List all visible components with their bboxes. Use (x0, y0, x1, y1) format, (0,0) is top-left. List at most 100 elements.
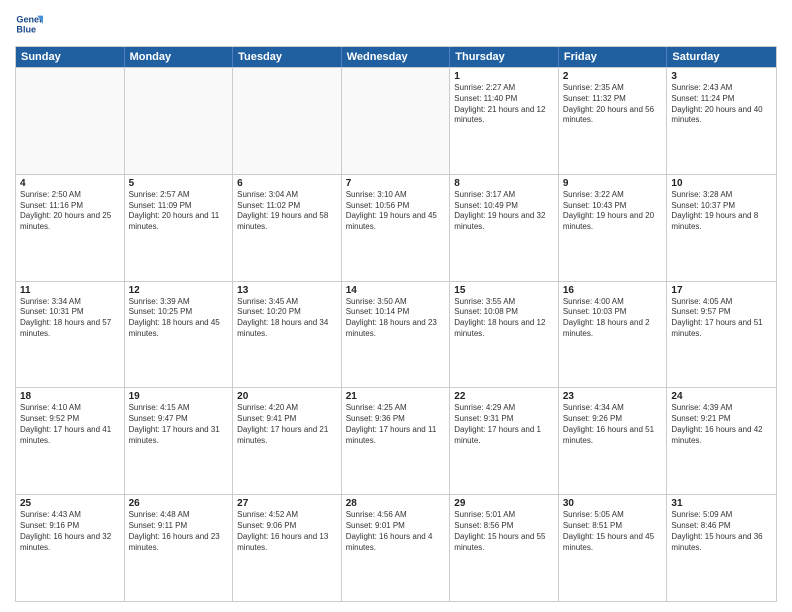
day-number: 15 (454, 285, 554, 296)
day-number: 11 (20, 285, 120, 296)
cell-info: Sunrise: 3:39 AMSunset: 10:25 PMDaylight… (129, 297, 229, 340)
day-number: 16 (563, 285, 663, 296)
calendar: SundayMondayTuesdayWednesdayThursdayFrid… (15, 46, 777, 602)
cell-info: Sunrise: 5:09 AMSunset: 8:46 PMDaylight:… (671, 510, 772, 553)
calendar-cell: 6Sunrise: 3:04 AMSunset: 11:02 PMDayligh… (233, 175, 342, 281)
calendar-cell: 29Sunrise: 5:01 AMSunset: 8:56 PMDayligh… (450, 495, 559, 601)
cell-info: Sunrise: 4:15 AMSunset: 9:47 PMDaylight:… (129, 403, 229, 446)
day-number: 25 (20, 498, 120, 509)
weekday-header: Saturday (667, 47, 776, 67)
cell-info: Sunrise: 3:50 AMSunset: 10:14 PMDaylight… (346, 297, 446, 340)
day-number: 4 (20, 178, 120, 189)
cell-info: Sunrise: 5:01 AMSunset: 8:56 PMDaylight:… (454, 510, 554, 553)
calendar-cell: 14Sunrise: 3:50 AMSunset: 10:14 PMDaylig… (342, 282, 451, 388)
cell-info: Sunrise: 4:34 AMSunset: 9:26 PMDaylight:… (563, 403, 663, 446)
day-number: 13 (237, 285, 337, 296)
calendar-header: SundayMondayTuesdayWednesdayThursdayFrid… (16, 47, 776, 67)
calendar-cell: 19Sunrise: 4:15 AMSunset: 9:47 PMDayligh… (125, 388, 234, 494)
cell-info: Sunrise: 4:48 AMSunset: 9:11 PMDaylight:… (129, 510, 229, 553)
cell-info: Sunrise: 4:52 AMSunset: 9:06 PMDaylight:… (237, 510, 337, 553)
cell-info: Sunrise: 3:17 AMSunset: 10:49 PMDaylight… (454, 190, 554, 233)
calendar-row: 11Sunrise: 3:34 AMSunset: 10:31 PMDaylig… (16, 281, 776, 388)
cell-info: Sunrise: 5:05 AMSunset: 8:51 PMDaylight:… (563, 510, 663, 553)
weekday-header: Friday (559, 47, 668, 67)
cell-info: Sunrise: 4:25 AMSunset: 9:36 PMDaylight:… (346, 403, 446, 446)
calendar-cell: 28Sunrise: 4:56 AMSunset: 9:01 PMDayligh… (342, 495, 451, 601)
empty-cell (125, 68, 234, 174)
day-number: 6 (237, 178, 337, 189)
cell-info: Sunrise: 4:20 AMSunset: 9:41 PMDaylight:… (237, 403, 337, 446)
day-number: 12 (129, 285, 229, 296)
day-number: 8 (454, 178, 554, 189)
calendar-cell: 1Sunrise: 2:27 AMSunset: 11:40 PMDayligh… (450, 68, 559, 174)
day-number: 29 (454, 498, 554, 509)
cell-info: Sunrise: 3:22 AMSunset: 10:43 PMDaylight… (563, 190, 663, 233)
calendar-cell: 5Sunrise: 2:57 AMSunset: 11:09 PMDayligh… (125, 175, 234, 281)
cell-info: Sunrise: 4:56 AMSunset: 9:01 PMDaylight:… (346, 510, 446, 553)
cell-info: Sunrise: 4:29 AMSunset: 9:31 PMDaylight:… (454, 403, 554, 446)
day-number: 10 (671, 178, 772, 189)
calendar-cell: 10Sunrise: 3:28 AMSunset: 10:37 PMDaylig… (667, 175, 776, 281)
weekday-header: Tuesday (233, 47, 342, 67)
calendar-cell: 27Sunrise: 4:52 AMSunset: 9:06 PMDayligh… (233, 495, 342, 601)
page: General Blue SundayMondayTuesdayWednesda… (0, 0, 792, 612)
logo: General Blue (15, 10, 43, 38)
calendar-cell: 3Sunrise: 2:43 AMSunset: 11:24 PMDayligh… (667, 68, 776, 174)
calendar-cell: 30Sunrise: 5:05 AMSunset: 8:51 PMDayligh… (559, 495, 668, 601)
calendar-cell: 20Sunrise: 4:20 AMSunset: 9:41 PMDayligh… (233, 388, 342, 494)
day-number: 5 (129, 178, 229, 189)
cell-info: Sunrise: 4:10 AMSunset: 9:52 PMDaylight:… (20, 403, 120, 446)
day-number: 21 (346, 391, 446, 402)
day-number: 17 (671, 285, 772, 296)
day-number: 31 (671, 498, 772, 509)
cell-info: Sunrise: 2:35 AMSunset: 11:32 PMDaylight… (563, 83, 663, 126)
day-number: 28 (346, 498, 446, 509)
cell-info: Sunrise: 3:45 AMSunset: 10:20 PMDaylight… (237, 297, 337, 340)
calendar-cell: 21Sunrise: 4:25 AMSunset: 9:36 PMDayligh… (342, 388, 451, 494)
day-number: 18 (20, 391, 120, 402)
calendar-cell: 8Sunrise: 3:17 AMSunset: 10:49 PMDayligh… (450, 175, 559, 281)
cell-info: Sunrise: 2:50 AMSunset: 11:16 PMDaylight… (20, 190, 120, 233)
calendar-cell: 18Sunrise: 4:10 AMSunset: 9:52 PMDayligh… (16, 388, 125, 494)
day-number: 27 (237, 498, 337, 509)
weekday-header: Wednesday (342, 47, 451, 67)
calendar-cell: 11Sunrise: 3:34 AMSunset: 10:31 PMDaylig… (16, 282, 125, 388)
day-number: 26 (129, 498, 229, 509)
weekday-header: Monday (125, 47, 234, 67)
cell-info: Sunrise: 4:43 AMSunset: 9:16 PMDaylight:… (20, 510, 120, 553)
calendar-cell: 24Sunrise: 4:39 AMSunset: 9:21 PMDayligh… (667, 388, 776, 494)
empty-cell (342, 68, 451, 174)
cell-info: Sunrise: 2:57 AMSunset: 11:09 PMDaylight… (129, 190, 229, 233)
calendar-cell: 7Sunrise: 3:10 AMSunset: 10:56 PMDayligh… (342, 175, 451, 281)
day-number: 3 (671, 71, 772, 82)
day-number: 7 (346, 178, 446, 189)
cell-info: Sunrise: 3:55 AMSunset: 10:08 PMDaylight… (454, 297, 554, 340)
logo-icon: General Blue (15, 10, 43, 38)
calendar-cell: 23Sunrise: 4:34 AMSunset: 9:26 PMDayligh… (559, 388, 668, 494)
cell-info: Sunrise: 2:27 AMSunset: 11:40 PMDaylight… (454, 83, 554, 126)
calendar-row: 25Sunrise: 4:43 AMSunset: 9:16 PMDayligh… (16, 494, 776, 601)
calendar-cell: 17Sunrise: 4:05 AMSunset: 9:57 PMDayligh… (667, 282, 776, 388)
cell-info: Sunrise: 4:39 AMSunset: 9:21 PMDaylight:… (671, 403, 772, 446)
cell-info: Sunrise: 4:05 AMSunset: 9:57 PMDaylight:… (671, 297, 772, 340)
day-number: 24 (671, 391, 772, 402)
header: General Blue (15, 10, 777, 38)
calendar-cell: 13Sunrise: 3:45 AMSunset: 10:20 PMDaylig… (233, 282, 342, 388)
day-number: 30 (563, 498, 663, 509)
day-number: 19 (129, 391, 229, 402)
cell-info: Sunrise: 3:34 AMSunset: 10:31 PMDaylight… (20, 297, 120, 340)
cell-info: Sunrise: 2:43 AMSunset: 11:24 PMDaylight… (671, 83, 772, 126)
calendar-row: 18Sunrise: 4:10 AMSunset: 9:52 PMDayligh… (16, 387, 776, 494)
cell-info: Sunrise: 3:10 AMSunset: 10:56 PMDaylight… (346, 190, 446, 233)
calendar-cell: 4Sunrise: 2:50 AMSunset: 11:16 PMDayligh… (16, 175, 125, 281)
cell-info: Sunrise: 3:04 AMSunset: 11:02 PMDaylight… (237, 190, 337, 233)
day-number: 20 (237, 391, 337, 402)
day-number: 22 (454, 391, 554, 402)
day-number: 1 (454, 71, 554, 82)
day-number: 9 (563, 178, 663, 189)
cell-info: Sunrise: 3:28 AMSunset: 10:37 PMDaylight… (671, 190, 772, 233)
svg-text:Blue: Blue (16, 24, 36, 34)
cell-info: Sunrise: 4:00 AMSunset: 10:03 PMDaylight… (563, 297, 663, 340)
calendar-cell: 26Sunrise: 4:48 AMSunset: 9:11 PMDayligh… (125, 495, 234, 601)
empty-cell (16, 68, 125, 174)
